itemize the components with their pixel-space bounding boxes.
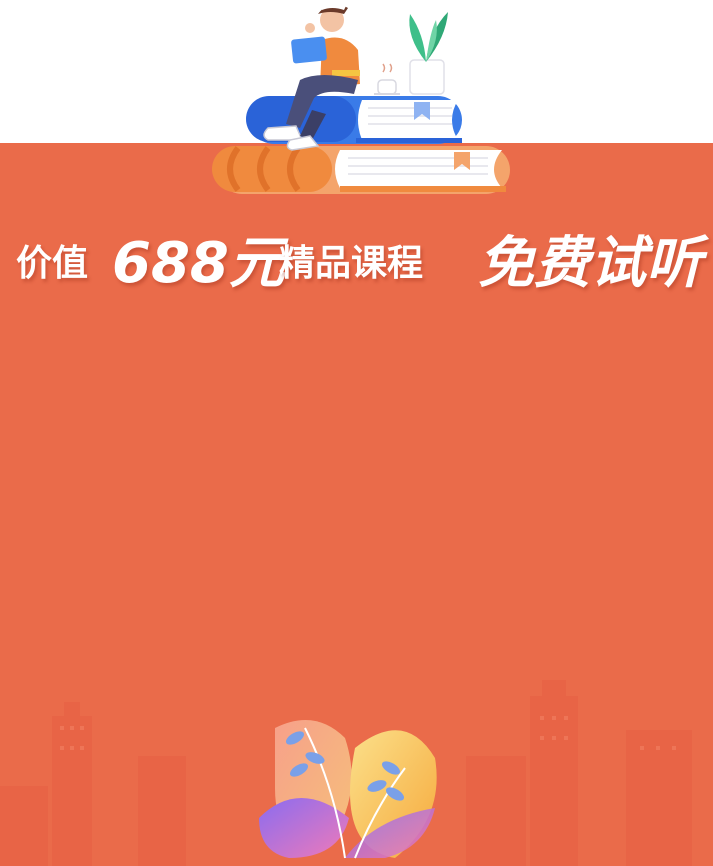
- decorative-leaves-illustration: [259, 720, 437, 859]
- potted-plant-icon: [409, 12, 448, 95]
- course-label: 精品课程: [279, 243, 424, 284]
- coffee-cup-icon: [374, 63, 400, 95]
- orange-book-icon: [212, 146, 510, 194]
- price-amount: 688元: [112, 231, 285, 296]
- reading-person-illustration: [212, 3, 510, 194]
- free-trial-text[interactable]: 免费试听: [478, 218, 702, 299]
- value-label: 价值: [16, 243, 89, 284]
- promo-headline: 价值 688元 精品课程 免费试听: [0, 212, 713, 296]
